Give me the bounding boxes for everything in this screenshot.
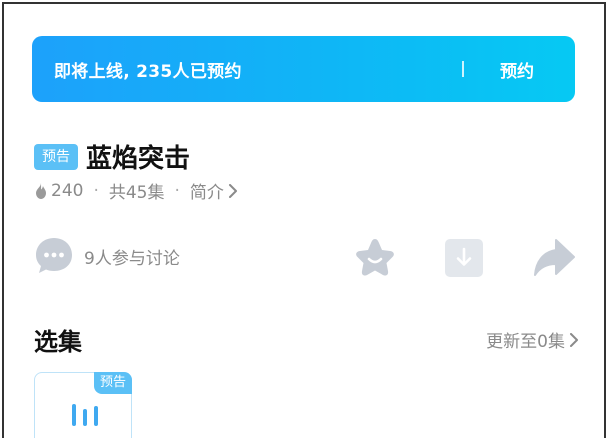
discussion-button[interactable]: 9人参与讨论 (34, 236, 180, 276)
page-frame: 即将上线, 235人已预约 预约 预告 蓝焰突击 240 · 共45集 · 简介 (2, 2, 606, 438)
episodes-title: 选集 (34, 328, 82, 356)
download-button[interactable] (442, 236, 486, 280)
chevron-right-icon (570, 332, 578, 347)
update-status-link[interactable]: 更新至0集 (486, 327, 579, 352)
favorite-button[interactable] (353, 236, 397, 280)
action-row: 9人参与讨论 (34, 236, 579, 280)
share-button[interactable] (532, 236, 576, 280)
episode-card[interactable]: 预告 (34, 372, 132, 438)
separator-dot: · (93, 180, 99, 201)
show-meta: 240 · 共45集 · 简介 (34, 178, 238, 203)
reserve-button[interactable]: 预约 (500, 57, 534, 82)
reservation-status-text: 即将上线, 235人已预约 (54, 61, 242, 82)
heat-count: 240 (51, 180, 84, 201)
chat-bubble-icon (36, 238, 72, 273)
separator-dot: · (174, 180, 180, 201)
download-icon (445, 239, 483, 277)
episodes-header: 选集 更新至0集 (34, 322, 579, 357)
intro-link[interactable]: 简介 (190, 178, 238, 203)
show-title: 蓝焰突击 (86, 144, 191, 174)
preview-badge: 预告 (93, 372, 132, 394)
banner-divider (462, 61, 464, 77)
flame-icon (36, 182, 46, 199)
share-icon (534, 239, 575, 276)
title-row: 预告 蓝焰突击 (34, 138, 190, 175)
playing-bars-icon (72, 404, 98, 426)
discussion-count: 9人参与讨论 (84, 248, 180, 269)
intro-label: 简介 (189, 183, 224, 203)
chevron-right-icon (228, 183, 237, 198)
episode-count: 共45集 (108, 183, 165, 203)
update-status-label: 更新至0集 (486, 332, 565, 352)
preview-badge: 预告 (34, 143, 78, 170)
star-icon (356, 239, 394, 276)
reservation-banner: 即将上线, 235人已预约 预约 (32, 36, 575, 102)
